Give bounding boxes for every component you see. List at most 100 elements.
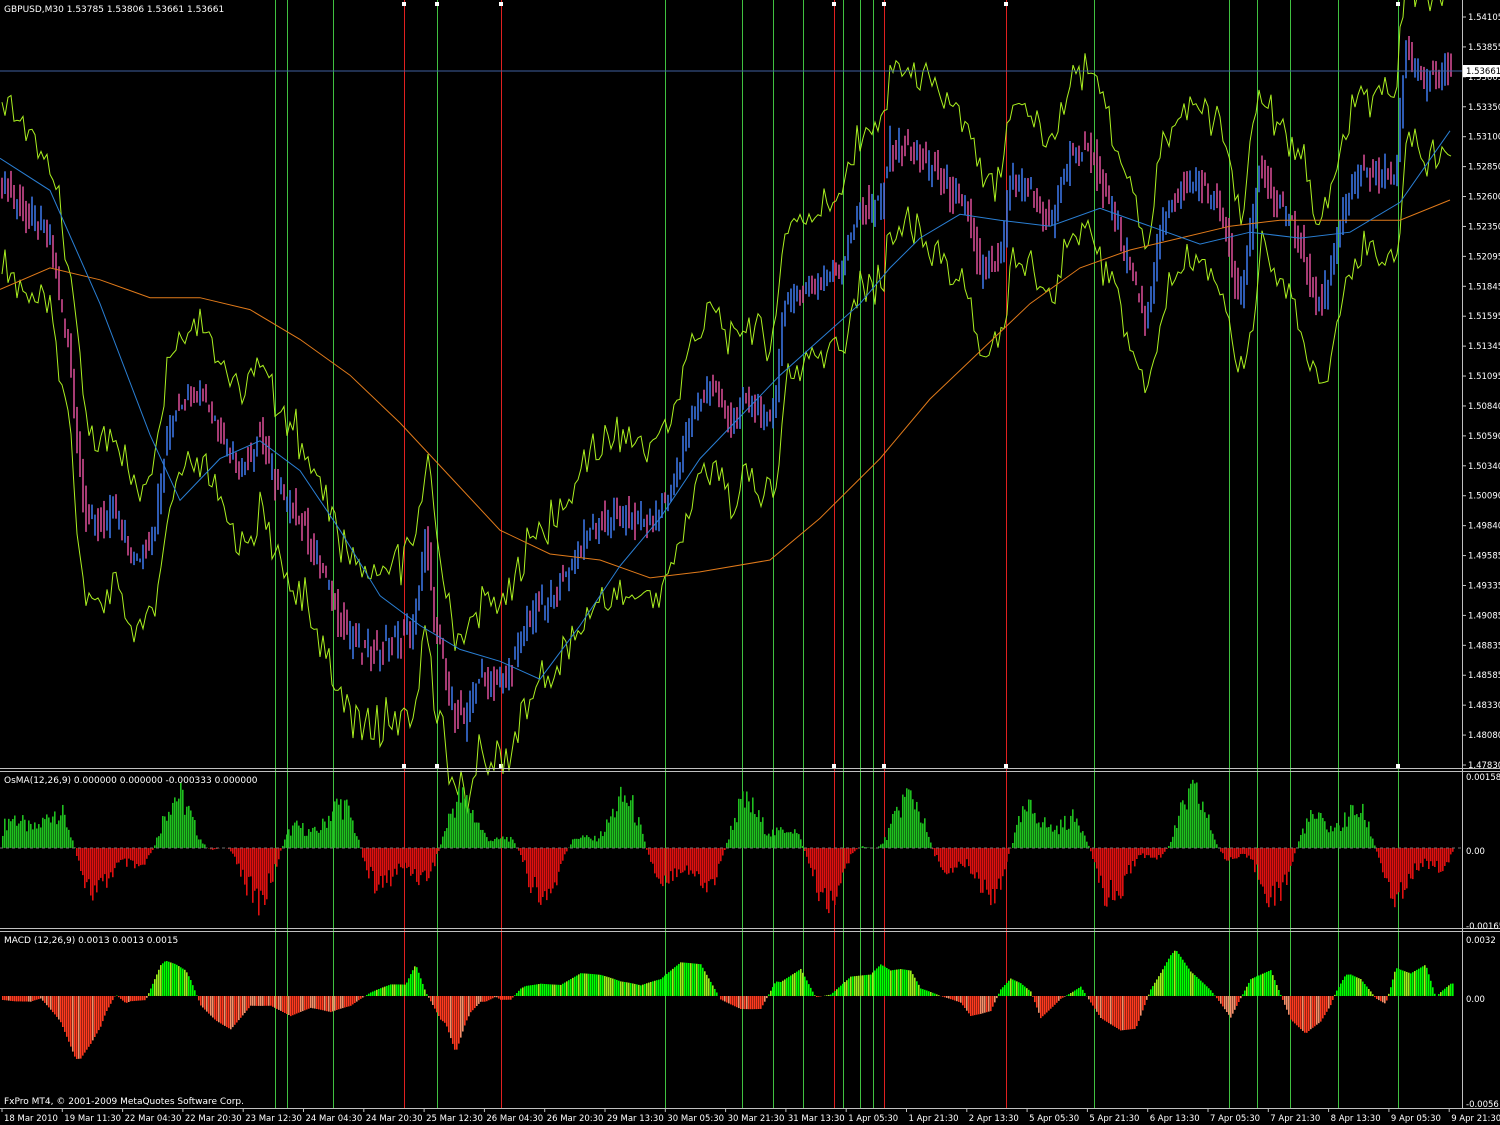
macd-bar [94, 996, 96, 1037]
osma-bar [1308, 821, 1310, 848]
macd-bar [686, 962, 688, 997]
osma-bar [560, 848, 562, 864]
osma-bar [1114, 848, 1116, 901]
osma-bar [1312, 814, 1314, 848]
osma-bar [612, 808, 614, 849]
osma-bar [702, 848, 704, 889]
osma-bar [1410, 848, 1412, 879]
macd-bar [460, 996, 462, 1038]
macd-bar [246, 996, 248, 1011]
osma-bar [536, 848, 538, 888]
macd-bar [58, 996, 60, 1020]
osma-bar [1174, 825, 1176, 849]
macd-bar [830, 994, 832, 997]
macd-bar [196, 995, 198, 996]
macd-bar [1002, 987, 1004, 997]
osma-bar [158, 836, 160, 849]
macd-bar [504, 996, 506, 1000]
osma-bar [308, 829, 310, 849]
osma-bar [1414, 848, 1416, 864]
osma-bar [950, 848, 952, 869]
macd-bar [616, 979, 618, 997]
macd-bar [100, 996, 102, 1027]
macd-bar [956, 996, 958, 1002]
macd-bar [268, 996, 270, 1006]
macd-bar [1022, 984, 1024, 996]
osma-bar [112, 848, 114, 878]
macd-bar [450, 996, 452, 1039]
macd-tick-label: -0.0056 [1466, 1100, 1499, 1110]
macd-bar [634, 983, 636, 997]
macd-bar [954, 996, 956, 1001]
macd-bar [868, 974, 870, 997]
macd-bar [792, 974, 794, 997]
osma-bar [1416, 848, 1418, 870]
osma-bar [342, 819, 344, 849]
macd-bar [1422, 966, 1424, 996]
osma-bar [774, 835, 776, 849]
macd-bar [146, 996, 148, 998]
macd-bar [1366, 986, 1368, 997]
osma-bar [500, 838, 502, 849]
macd-bar [882, 965, 884, 996]
macd-bar [620, 981, 622, 996]
osma-bar [300, 827, 302, 848]
osma-bar [242, 848, 244, 870]
osma-bar [526, 848, 528, 874]
macd-bar [226, 996, 228, 1028]
macd-bar [862, 975, 864, 996]
macd-bar [810, 987, 812, 996]
osma-bar [440, 844, 442, 849]
osma-bar [646, 848, 648, 850]
chart-canvas[interactable]: 1.541051.538551.536051.533501.531001.528… [0, 0, 1500, 1125]
osma-bar [1122, 848, 1124, 897]
osma-bar [1192, 779, 1194, 848]
macd-bar [1368, 988, 1370, 996]
osma-bar [532, 848, 534, 888]
macd-bar [528, 985, 530, 997]
osma-bar [1228, 848, 1230, 861]
macd-bar [242, 996, 244, 1016]
osma-bar [1380, 848, 1382, 864]
macd-bar [890, 970, 892, 997]
macd-bar [1236, 996, 1238, 1006]
osma-bar [248, 848, 250, 877]
macd-bar [564, 982, 566, 997]
macd-bar [270, 996, 272, 1006]
macd-bar [278, 996, 280, 1010]
macd-bar [192, 985, 194, 996]
macd-bar [1024, 986, 1026, 997]
osma-bar [588, 837, 590, 848]
osma-bar [672, 848, 674, 881]
macd-bar [806, 980, 808, 996]
macd-bar [92, 996, 94, 1041]
macd-bar [976, 996, 978, 1015]
macd-bar [918, 984, 920, 996]
macd-bar [1006, 982, 1008, 996]
price-tick-label: 1.52600 [1468, 193, 1500, 203]
osma-bar [102, 848, 104, 882]
osma-bar [1404, 848, 1406, 890]
macd-bar [964, 996, 966, 1008]
osma-bar [1366, 827, 1368, 848]
macd-bar [866, 974, 868, 997]
osma-bar [1440, 848, 1442, 872]
macd-bar [646, 983, 648, 996]
macd-bar [1328, 996, 1330, 1009]
macd-bar [974, 996, 976, 1016]
osma-bar [442, 836, 444, 848]
macd-bar [702, 967, 704, 997]
osma-bar [120, 848, 122, 860]
macd-bar [472, 996, 474, 1011]
time-tick-label: 25 Mar 12:30 [426, 1114, 483, 1124]
osma-bar [1224, 848, 1226, 860]
macd-bar [148, 993, 150, 996]
macd-bar [1348, 974, 1350, 996]
macd-bar [570, 979, 572, 997]
osma-bar [1242, 848, 1244, 854]
osma-bar [1052, 831, 1054, 849]
macd-bar [1308, 996, 1310, 1031]
osma-bar [1392, 848, 1394, 899]
macd-bar [762, 996, 764, 1006]
osma-bar [990, 848, 992, 906]
